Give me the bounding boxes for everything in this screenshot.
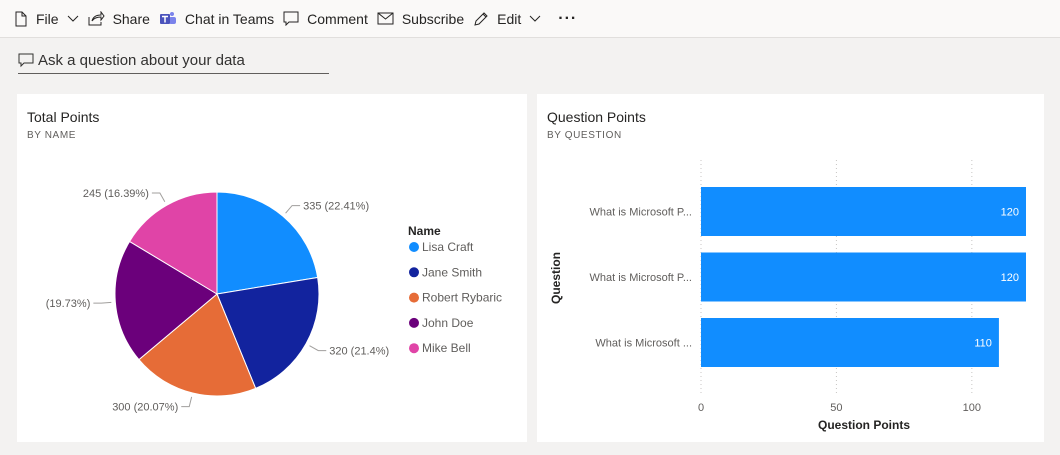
chat-label: Chat in Teams (184, 10, 275, 27)
comment-button[interactable]: Comment (281, 0, 375, 38)
category-label: What is Microsoft P... (590, 272, 693, 284)
legend-marker (409, 317, 419, 328)
data-label: 320 (21.4%) (329, 346, 389, 358)
pencil-icon (474, 11, 488, 26)
share-icon (88, 11, 105, 26)
leader-line (151, 192, 166, 202)
x-tick-label: 100 (963, 402, 981, 414)
x-tick-label: 0 (698, 402, 704, 414)
y-axis-title: Question (549, 252, 563, 304)
speech-bubble-icon (18, 53, 34, 68)
chat-in-teams-button[interactable]: Chat in Teams (157, 0, 281, 38)
data-label: (19.73%) (46, 298, 91, 310)
subscribe-button[interactable]: Subscribe (375, 0, 471, 38)
question-points-tile[interactable]: Question Points BY QUESTION 120 120 110 Wh… (537, 94, 1044, 442)
x-tick-label: 50 (830, 402, 842, 414)
action-toolbar: File Share Chat in Teams Comment Subscri… (0, 0, 1060, 38)
mail-icon (377, 12, 394, 25)
bar[interactable] (701, 318, 999, 367)
edit-menu-button[interactable]: Edit (471, 0, 548, 38)
share-button[interactable]: Share (86, 0, 157, 38)
leader-line (309, 345, 327, 352)
legend-item[interactable]: Jane Smith (422, 265, 482, 279)
chevron-down-icon (529, 15, 541, 22)
file-menu-button[interactable]: File (12, 0, 86, 38)
total-points-tile[interactable]: Total Points BY NAME 335 (22.41%) 320 (21… (17, 94, 527, 442)
bar[interactable] (701, 187, 1026, 236)
legend-marker (409, 242, 419, 252)
legend-item[interactable]: Lisa Craft (422, 240, 474, 254)
qa-placeholder: Ask a question about your data (38, 52, 245, 69)
legend-marker (409, 267, 419, 278)
legend-item[interactable]: Robert Rybaric (422, 291, 502, 305)
legend-marker (409, 292, 419, 303)
edit-label: Edit (497, 10, 522, 27)
share-label: Share (112, 10, 150, 27)
data-label: 335 (22.41%) (303, 201, 369, 213)
bar-chart: 120 120 110 What is Microsoft P... What is … (549, 160, 1026, 432)
comment-label: Comment (307, 10, 368, 27)
leader-line (181, 396, 193, 408)
bar-value-label: 120 (1001, 272, 1019, 284)
file-label: File (36, 10, 59, 27)
data-label: 300 (20.07%) (112, 402, 178, 414)
category-label: What is Microsoft P... (590, 207, 693, 219)
data-label: 245 (16.39%) (83, 188, 149, 200)
bar-value-label: 120 (1001, 207, 1019, 219)
teams-icon (159, 11, 176, 24)
chevron-down-icon (67, 15, 78, 22)
qa-question-input[interactable]: Ask a question about your data (18, 48, 329, 74)
subscribe-label: Subscribe (401, 10, 465, 27)
leader-line (93, 301, 112, 304)
leader-line (285, 205, 301, 214)
legend-item[interactable]: Mike Bell (422, 341, 471, 355)
more-options-button[interactable]: ··· (552, 0, 583, 38)
legend-marker (409, 343, 419, 354)
file-icon (15, 11, 27, 26)
legend-title: Name (408, 224, 441, 238)
comment-icon (283, 11, 299, 26)
pie-chart: 335 (22.41%) 320 (21.4%) 300 (20.07%) (19.7… (46, 188, 502, 414)
x-axis-title: Question Points (818, 418, 910, 432)
bar[interactable] (701, 252, 1026, 302)
legend-item[interactable]: John Doe (422, 316, 474, 330)
category-label: What is Microsoft ... (595, 338, 692, 350)
bar-value-label: 110 (974, 338, 992, 350)
